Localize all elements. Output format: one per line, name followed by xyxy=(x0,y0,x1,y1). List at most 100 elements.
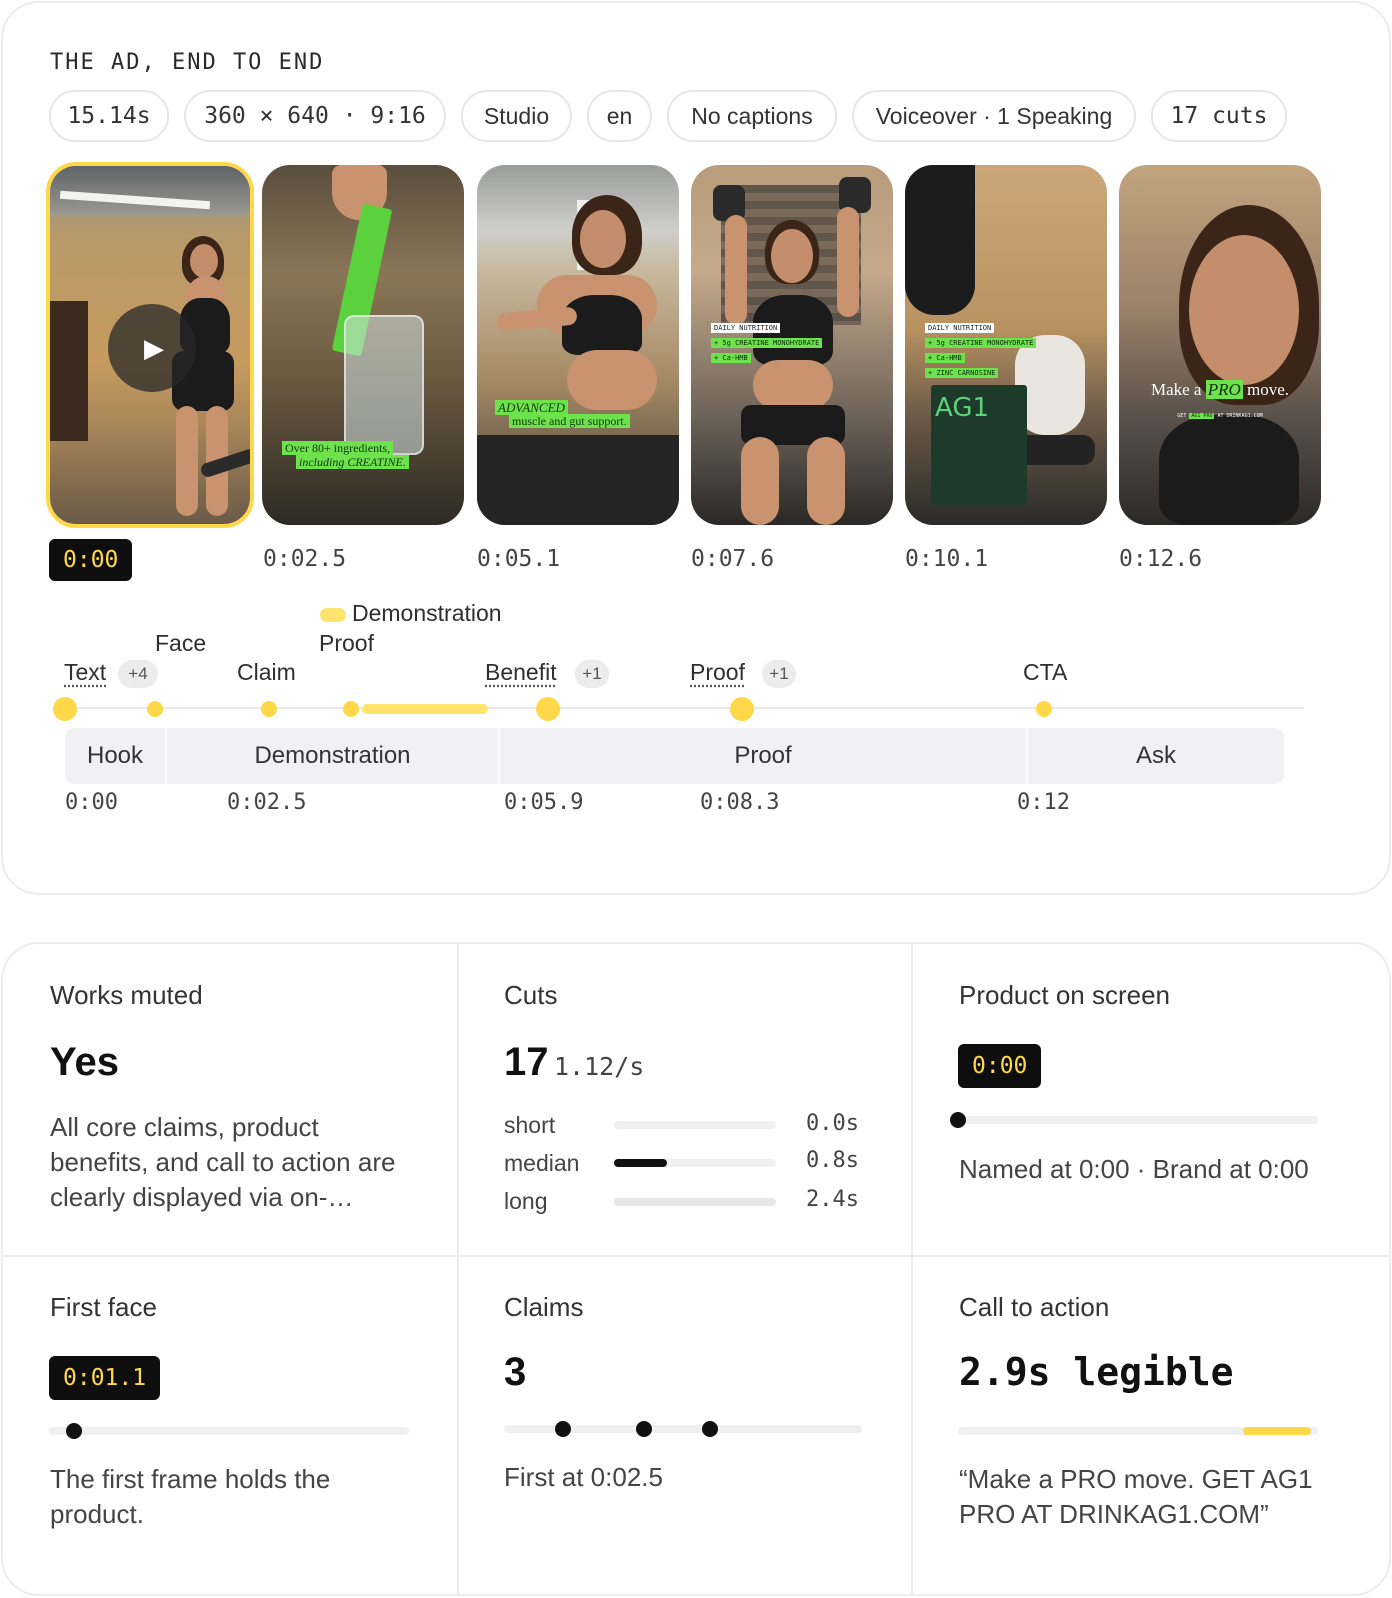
claims-value: 3 xyxy=(504,1350,527,1394)
timeline-label-claim: Claim xyxy=(237,659,296,685)
cuts-rate: 1.12/s xyxy=(554,1052,645,1081)
claim-marker-1[interactable] xyxy=(555,1421,571,1437)
timeline-label-face: Face xyxy=(155,630,207,656)
frame-time-2[interactable]: 0:02.5 xyxy=(263,546,346,572)
timeline-marker-benefit[interactable] xyxy=(536,697,560,721)
product-on-screen-time[interactable]: 0:00 xyxy=(958,1044,1042,1088)
frame-6-cta-word-3: move. xyxy=(1247,380,1290,399)
text-more-badge[interactable]: +4 xyxy=(118,660,158,688)
cut-row-median-track xyxy=(614,1159,776,1167)
product-on-screen-description: Named at 0:00 · Brand at 0:00 xyxy=(959,1154,1309,1184)
frame-time-1[interactable]: 0:00 xyxy=(49,539,133,581)
frame-5-tag-1: DAILY NUTRITION xyxy=(925,323,995,333)
cut-row-median-fill xyxy=(614,1159,668,1167)
claim-marker-2[interactable] xyxy=(636,1421,652,1437)
frame-time-3[interactable]: 0:05.1 xyxy=(477,546,560,572)
frame-4-tag-2: + 5g CREATINE MONOHYDRATE xyxy=(711,338,823,348)
phase-hook[interactable]: Hook xyxy=(65,728,165,784)
language-chip: en xyxy=(587,90,652,142)
frame-time-6[interactable]: 0:12.6 xyxy=(1119,546,1202,572)
frame-5-tag-2: + 5g CREATINE MONOHYDRATE xyxy=(925,338,1037,348)
cta-title: Call to action xyxy=(959,1292,1110,1322)
play-button[interactable]: ▶ xyxy=(108,304,196,392)
first-face-track xyxy=(49,1427,409,1435)
timeline-label-proof-top: Proof xyxy=(319,630,374,656)
timeline-label-benefit[interactable]: Benefit xyxy=(485,659,557,686)
benefit-more-badge[interactable]: +1 xyxy=(575,660,609,688)
frame-6-cta-small-3: AT DRINKAG1.COM xyxy=(1217,413,1263,419)
grid-divider xyxy=(3,1255,1389,1257)
product-on-screen-marker[interactable] xyxy=(950,1112,966,1128)
frame-2-overlay-line-1: Over 80+ ingredients, xyxy=(282,441,394,455)
cut-row-short-label: short xyxy=(504,1112,556,1138)
demonstration-span-bar[interactable] xyxy=(362,704,488,714)
frame-thumbnail-3[interactable]: ADVANCED muscle and gut support. xyxy=(477,165,679,525)
timeline-label-text[interactable]: Text xyxy=(64,659,106,686)
phase-proof[interactable]: Proof xyxy=(500,728,1026,784)
frame-5-product-label: AG1 xyxy=(935,393,990,423)
frame-5-tag-3: + Ca-HMB xyxy=(925,353,965,363)
cut-row-long-fill xyxy=(614,1198,776,1206)
claims-description: First at 0:02.5 xyxy=(504,1462,663,1492)
phase-ask[interactable]: Ask xyxy=(1028,728,1284,784)
cta-description: “Make a PRO move. GET AG1 PRO AT DRINKAG… xyxy=(959,1464,1313,1529)
frame-6-cta-word-1: Make a xyxy=(1150,380,1202,399)
frame-thumbnail-5[interactable]: AG1 DAILY NUTRITION + 5g CREATINE MONOHY… xyxy=(905,165,1107,525)
first-face-title: First face xyxy=(50,1292,157,1322)
duration-chip: 15.14s xyxy=(49,90,169,142)
cuts-title: Cuts xyxy=(504,980,558,1010)
cuts-chip: 17 cuts xyxy=(1151,90,1287,142)
phase-time-3: 0:05.9 xyxy=(504,790,584,815)
frame-time-4[interactable]: 0:07.6 xyxy=(691,546,774,572)
frame-6-cta-line: Make a PRO move. xyxy=(1119,380,1321,400)
cut-row-short-track xyxy=(614,1121,776,1129)
frame-4-tag-1: DAILY NUTRITION xyxy=(711,323,781,333)
timeline-label-proof[interactable]: Proof xyxy=(690,659,745,686)
frame-thumbnail-2[interactable]: Over 80+ ingredients, including CREATINE… xyxy=(262,165,464,525)
frame-6-cta-word-2: PRO xyxy=(1205,380,1243,399)
demonstration-legend-label: Demonstration xyxy=(352,600,502,626)
grid-divider xyxy=(457,944,459,1594)
cta-legible-span[interactable] xyxy=(1243,1427,1311,1435)
proof-more-badge[interactable]: +1 xyxy=(762,660,796,688)
cut-row-long-track xyxy=(614,1198,776,1206)
frame-6-cta-small-2: AG1 PRO xyxy=(1189,413,1215,419)
captions-chip: No captions xyxy=(667,90,837,142)
cut-row-median-label: median xyxy=(504,1150,580,1176)
demonstration-legend-swatch xyxy=(320,608,346,622)
product-on-screen-track xyxy=(958,1116,1318,1124)
claim-marker-3[interactable] xyxy=(702,1421,718,1437)
play-icon: ▶ xyxy=(144,332,164,363)
phase-time-1: 0:00 xyxy=(65,790,118,815)
frame-5-tag-4: + ZINC CARNOSINE xyxy=(925,368,999,378)
timeline-marker-proof-top[interactable] xyxy=(343,701,359,717)
claims-title: Claims xyxy=(504,1292,584,1322)
cta-value: 2.9s legible xyxy=(959,1350,1234,1394)
frame-4-tag-3: + Ca-HMB xyxy=(711,353,751,363)
cuts-value: 17 xyxy=(504,1040,549,1084)
style-chip: Studio xyxy=(461,90,572,142)
timeline-marker-proof[interactable] xyxy=(730,697,754,721)
grid-divider xyxy=(911,944,913,1594)
product-on-screen-title: Product on screen xyxy=(959,980,1171,1010)
works-muted-description: All core claims, product benefits, and c… xyxy=(50,1112,396,1212)
frame-time-5[interactable]: 0:10.1 xyxy=(905,546,988,572)
frame-thumbnail-4[interactable]: DAILY NUTRITION + 5g CREATINE MONOHYDRAT… xyxy=(691,165,893,525)
frame-6-cta-small: GET AG1 PRO AT DRINKAG1.COM xyxy=(1119,413,1321,419)
phase-time-4: 0:08.3 xyxy=(700,790,780,815)
timeline-marker-face[interactable] xyxy=(147,701,163,717)
frame-thumbnail-6[interactable]: Make a PRO move. GET AG1 PRO AT DRINKAG1… xyxy=(1119,165,1321,525)
timeline-marker-claim[interactable] xyxy=(261,701,277,717)
timeline-label-cta: CTA xyxy=(1023,659,1068,685)
first-face-time[interactable]: 0:01.1 xyxy=(49,1356,161,1400)
cut-row-median-value: 0.8s xyxy=(806,1148,859,1173)
first-face-marker[interactable] xyxy=(66,1423,82,1439)
timeline-marker-cta[interactable] xyxy=(1036,701,1052,717)
phase-demonstration[interactable]: Demonstration xyxy=(167,728,498,784)
frame-6-cta-small-1: GET xyxy=(1177,413,1187,419)
frame-3-overlay-line-2: muscle and gut support. xyxy=(509,414,630,428)
first-face-description: The first frame holds the product. xyxy=(50,1464,331,1529)
timeline-marker-text[interactable] xyxy=(53,697,77,721)
frame-thumbnail-1[interactable]: ▶ xyxy=(46,162,254,528)
cut-row-long-label: long xyxy=(504,1188,548,1214)
